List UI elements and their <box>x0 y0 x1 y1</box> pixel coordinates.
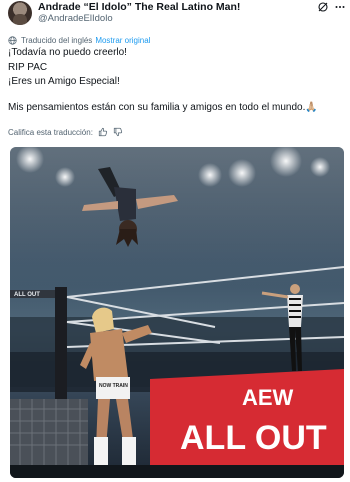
arena-floor <box>10 465 344 478</box>
author-handle[interactable]: @AndradeElIdolo <box>38 13 113 24</box>
small-banner-text: ALL OUT <box>14 292 40 298</box>
rate-translation-label: Califica esta traducción: <box>8 127 93 137</box>
author-display-name[interactable]: Andrade “El Idolo” The Real Latino Man! <box>38 1 240 13</box>
stage-light <box>310 157 330 177</box>
stage-light <box>198 163 222 187</box>
tweet-header: Andrade “El Idolo” The Real Latino Man! … <box>8 0 346 30</box>
tweet-line: RIP PAC <box>8 61 48 73</box>
more-icon[interactable] <box>334 1 346 13</box>
avatar[interactable] <box>8 1 32 25</box>
stage-light <box>228 159 256 187</box>
globe-icon <box>8 35 17 45</box>
trunks-text: NOW TRAIN <box>99 383 128 389</box>
translation-label: Traducido del inglés <box>21 35 93 45</box>
thumbs-up-icon[interactable] <box>98 127 108 137</box>
tweet-line: ¡Todavía no puedo creerlo! <box>8 47 127 58</box>
show-original-link[interactable]: Mostrar original <box>95 36 150 45</box>
grok-icon[interactable] <box>317 1 329 13</box>
wrestling-photo: ALL OUT NOW TRAIN AEW ALL OUT <box>10 147 344 478</box>
banner-event: ALL OUT <box>180 419 327 457</box>
tweet-photo[interactable]: ALL OUT NOW TRAIN AEW ALL OUT <box>10 147 344 478</box>
rate-translation: Califica esta traducción: <box>8 127 123 137</box>
banner-brand: AEW <box>242 385 294 410</box>
tweet-line: Mis pensamientos están con su familia y … <box>8 101 318 113</box>
tweet-text: ¡Todavía no puedo creerlo! RIP PAC ¡Eres… <box>8 46 344 115</box>
translation-notice: Traducido del inglés Mostrar original <box>8 34 150 46</box>
thumbs-down-icon[interactable] <box>113 127 123 137</box>
tweet-line: ¡Eres un Amigo Especial! <box>8 76 120 87</box>
stage-light <box>55 167 75 187</box>
